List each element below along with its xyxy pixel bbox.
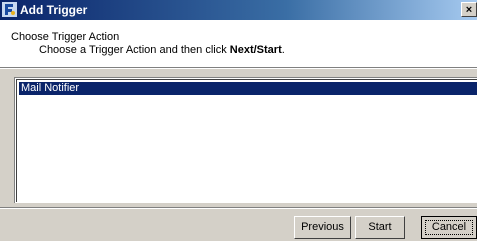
trigger-action-list[interactable]: Mail Notifier	[14, 77, 477, 203]
wizard-header: Choose Trigger Action Choose a Trigger A…	[0, 20, 477, 67]
footer-divider	[0, 207, 477, 209]
step-desc-bold: Next/Start	[229, 44, 282, 56]
start-button[interactable]: Start	[355, 216, 405, 239]
close-button[interactable]: ×	[461, 2, 477, 17]
window-title: Add Trigger	[20, 3, 88, 17]
list-item-mail-notifier[interactable]: Mail Notifier	[19, 82, 477, 95]
trigger-app-icon	[2, 2, 17, 17]
step-description: Choose a Trigger Action and then click N…	[39, 44, 285, 56]
step-desc-suffix: .	[281, 44, 285, 56]
header-divider	[0, 67, 477, 69]
list-viewport: Mail Notifier	[16, 79, 477, 202]
title-bar[interactable]: Add Trigger ×	[0, 0, 477, 20]
step-desc-prefix: Choose a Trigger Action and then click	[39, 44, 230, 56]
cancel-button-label: Cancel	[425, 220, 473, 235]
close-icon: ×	[465, 4, 473, 16]
cancel-button[interactable]: Cancel	[421, 216, 477, 239]
step-title: Choose Trigger Action	[11, 31, 120, 43]
previous-button[interactable]: Previous	[294, 216, 351, 239]
